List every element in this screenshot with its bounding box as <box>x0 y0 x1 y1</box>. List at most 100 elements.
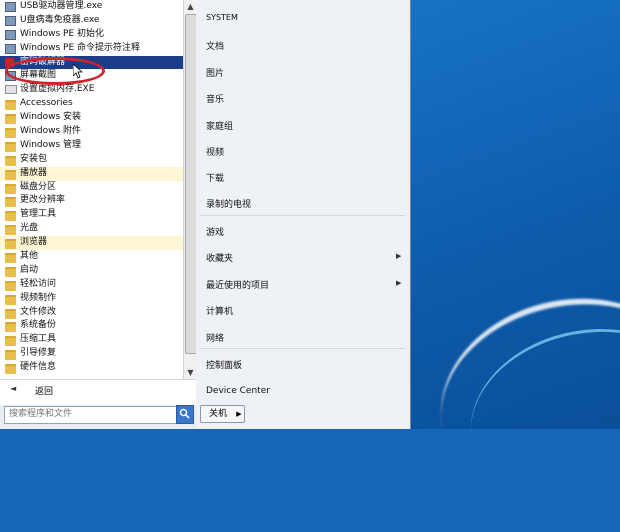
folder-icon <box>5 211 16 222</box>
folder-icon <box>5 197 16 208</box>
menu-downloads[interactable]: 下载 <box>206 171 224 184</box>
program-item-label: 播放器 <box>20 167 48 178</box>
program-item[interactable]: Windows PE 初始化 <box>0 28 183 42</box>
program-list: USB驱动器管理.exe U盘病毒免疫器.exe Windows PE 初始化 Win… <box>0 0 183 379</box>
annotation-circle <box>5 57 105 85</box>
menu-recorded-tv[interactable]: 录制的电视 <box>206 197 251 210</box>
program-item[interactable]: 轻松访问 <box>0 278 183 292</box>
search-box[interactable] <box>4 406 194 424</box>
recent-submenu-arrow-icon: ▶ <box>396 279 402 287</box>
program-item[interactable]: Windows 附件 <box>0 125 183 139</box>
folder-icon <box>5 308 16 319</box>
menu-favorites[interactable]: 收藏夹 <box>206 251 233 264</box>
program-item[interactable]: Windows 安装 <box>0 111 183 125</box>
program-item-label: 其他 <box>20 251 39 262</box>
folder-icon <box>5 100 16 111</box>
folder-icon <box>5 169 16 180</box>
program-item-label: 硬件信息 <box>20 362 57 373</box>
back-arrow-icon: ◄ <box>10 384 17 393</box>
back-label: 返回 <box>35 387 54 397</box>
usb-icon <box>5 2 16 12</box>
console-icon <box>5 43 16 54</box>
program-item-label: Windows PE 命令提示符注释 <box>20 42 141 53</box>
folder-icon <box>5 155 16 166</box>
menu-network[interactable]: 网络 <box>206 331 224 344</box>
shutdown-options-arrow-icon[interactable]: ▶ <box>234 405 245 423</box>
program-item-label: Windows 附件 <box>20 126 82 137</box>
program-item-label: 视频制作 <box>20 292 57 303</box>
menu-computer[interactable]: 计算机 <box>206 304 233 317</box>
program-item-label: 设置虚拟内存.EXE <box>20 84 95 95</box>
program-item[interactable]: 安装包 <box>0 153 183 167</box>
menu-recent-items[interactable]: 最近使用的项目 <box>206 278 269 291</box>
back-button[interactable]: ◄ 返回 <box>0 379 196 402</box>
menu-music[interactable]: 音乐 <box>206 92 224 105</box>
program-item[interactable]: 浏览器 <box>0 236 183 251</box>
program-item[interactable]: USB驱动器管理.exe <box>0 0 183 14</box>
folder-icon <box>5 114 16 125</box>
search-input[interactable] <box>5 407 173 421</box>
folder-icon <box>5 266 16 277</box>
menu-pictures[interactable]: 图片 <box>206 66 224 79</box>
program-item[interactable]: 更改分辨率 <box>0 194 183 208</box>
folder-icon <box>5 253 16 264</box>
monitor-icon <box>5 29 16 40</box>
program-item[interactable]: Windows PE 命令提示符注释 <box>0 42 183 56</box>
program-item[interactable]: 其他 <box>0 250 183 264</box>
right-menu-pane: SYSTEM 文档 图片 音乐 家庭组 视频 下载 录制的电视 游戏 收藏夹 ▶… <box>196 0 409 429</box>
program-item-label: USB驱动器管理.exe <box>20 1 103 11</box>
favorites-submenu-arrow-icon: ▶ <box>396 252 402 260</box>
program-item-label: 磁盘分区 <box>20 181 57 192</box>
program-list-scrollbar[interactable]: ▲ ▼ <box>183 0 197 379</box>
menu-device-center[interactable]: Device Center <box>206 386 270 396</box>
folder-icon <box>5 141 16 152</box>
menu-documents[interactable]: 文档 <box>206 39 224 52</box>
program-item-label: 引导修复 <box>20 348 57 359</box>
folder-icon <box>5 294 16 305</box>
shield-icon <box>5 15 16 26</box>
program-item[interactable]: 设置虚拟内存.EXE <box>0 83 183 97</box>
program-item[interactable]: U盘病毒免疫器.exe <box>0 14 183 28</box>
menu-separator <box>200 215 405 216</box>
program-item[interactable]: 压缩工具 <box>0 333 183 347</box>
program-item-label: 系统备份 <box>20 320 57 331</box>
folder-icon <box>5 225 16 236</box>
program-item-label: 文件修改 <box>20 306 57 317</box>
program-item-label: 管理工具 <box>20 209 57 220</box>
folder-icon <box>5 128 16 139</box>
program-item-label: 压缩工具 <box>20 334 57 345</box>
menu-videos[interactable]: 视频 <box>206 145 224 158</box>
program-item[interactable]: Accessories <box>0 97 183 111</box>
program-item[interactable]: 引导修复 <box>0 347 183 361</box>
program-item[interactable]: Windows 管理 <box>0 139 183 153</box>
menu-homegroup[interactable]: 家庭组 <box>206 119 233 132</box>
program-item-label: Accessories <box>20 98 73 109</box>
menu-separator <box>200 348 405 349</box>
program-item[interactable]: 光盘 <box>0 222 183 236</box>
program-item[interactable]: 视频制作 <box>0 292 183 306</box>
program-item-label: 更改分辨率 <box>20 195 66 206</box>
program-item-label: Windows 管理 <box>20 139 82 150</box>
folder-icon <box>5 336 16 347</box>
folder-icon <box>5 322 16 333</box>
program-item-label: 轻松访问 <box>20 278 57 289</box>
program-item[interactable]: 磁盘分区 <box>0 181 183 195</box>
shutdown-button[interactable]: 关机 <box>200 405 236 423</box>
folder-icon <box>5 183 16 194</box>
program-item[interactable]: 播放器 <box>0 166 183 181</box>
folder-icon <box>5 239 16 250</box>
program-item-label: 浏览器 <box>20 237 48 248</box>
search-icon <box>179 408 190 419</box>
menu-system[interactable]: SYSTEM <box>206 13 238 22</box>
mouse-cursor-icon <box>73 64 83 79</box>
search-button[interactable] <box>176 405 194 424</box>
menu-games[interactable]: 游戏 <box>206 225 224 238</box>
menu-control-panel[interactable]: 控制面板 <box>206 358 242 371</box>
program-item[interactable]: 文件修改 <box>0 306 183 320</box>
program-item[interactable]: 系统备份 <box>0 319 183 333</box>
program-item[interactable]: 硬件信息 <box>0 361 183 375</box>
disk-icon <box>5 85 17 95</box>
program-item[interactable]: 启动 <box>0 264 183 278</box>
program-item-label: Windows 安装 <box>20 112 82 123</box>
program-item[interactable]: 管理工具 <box>0 208 183 222</box>
